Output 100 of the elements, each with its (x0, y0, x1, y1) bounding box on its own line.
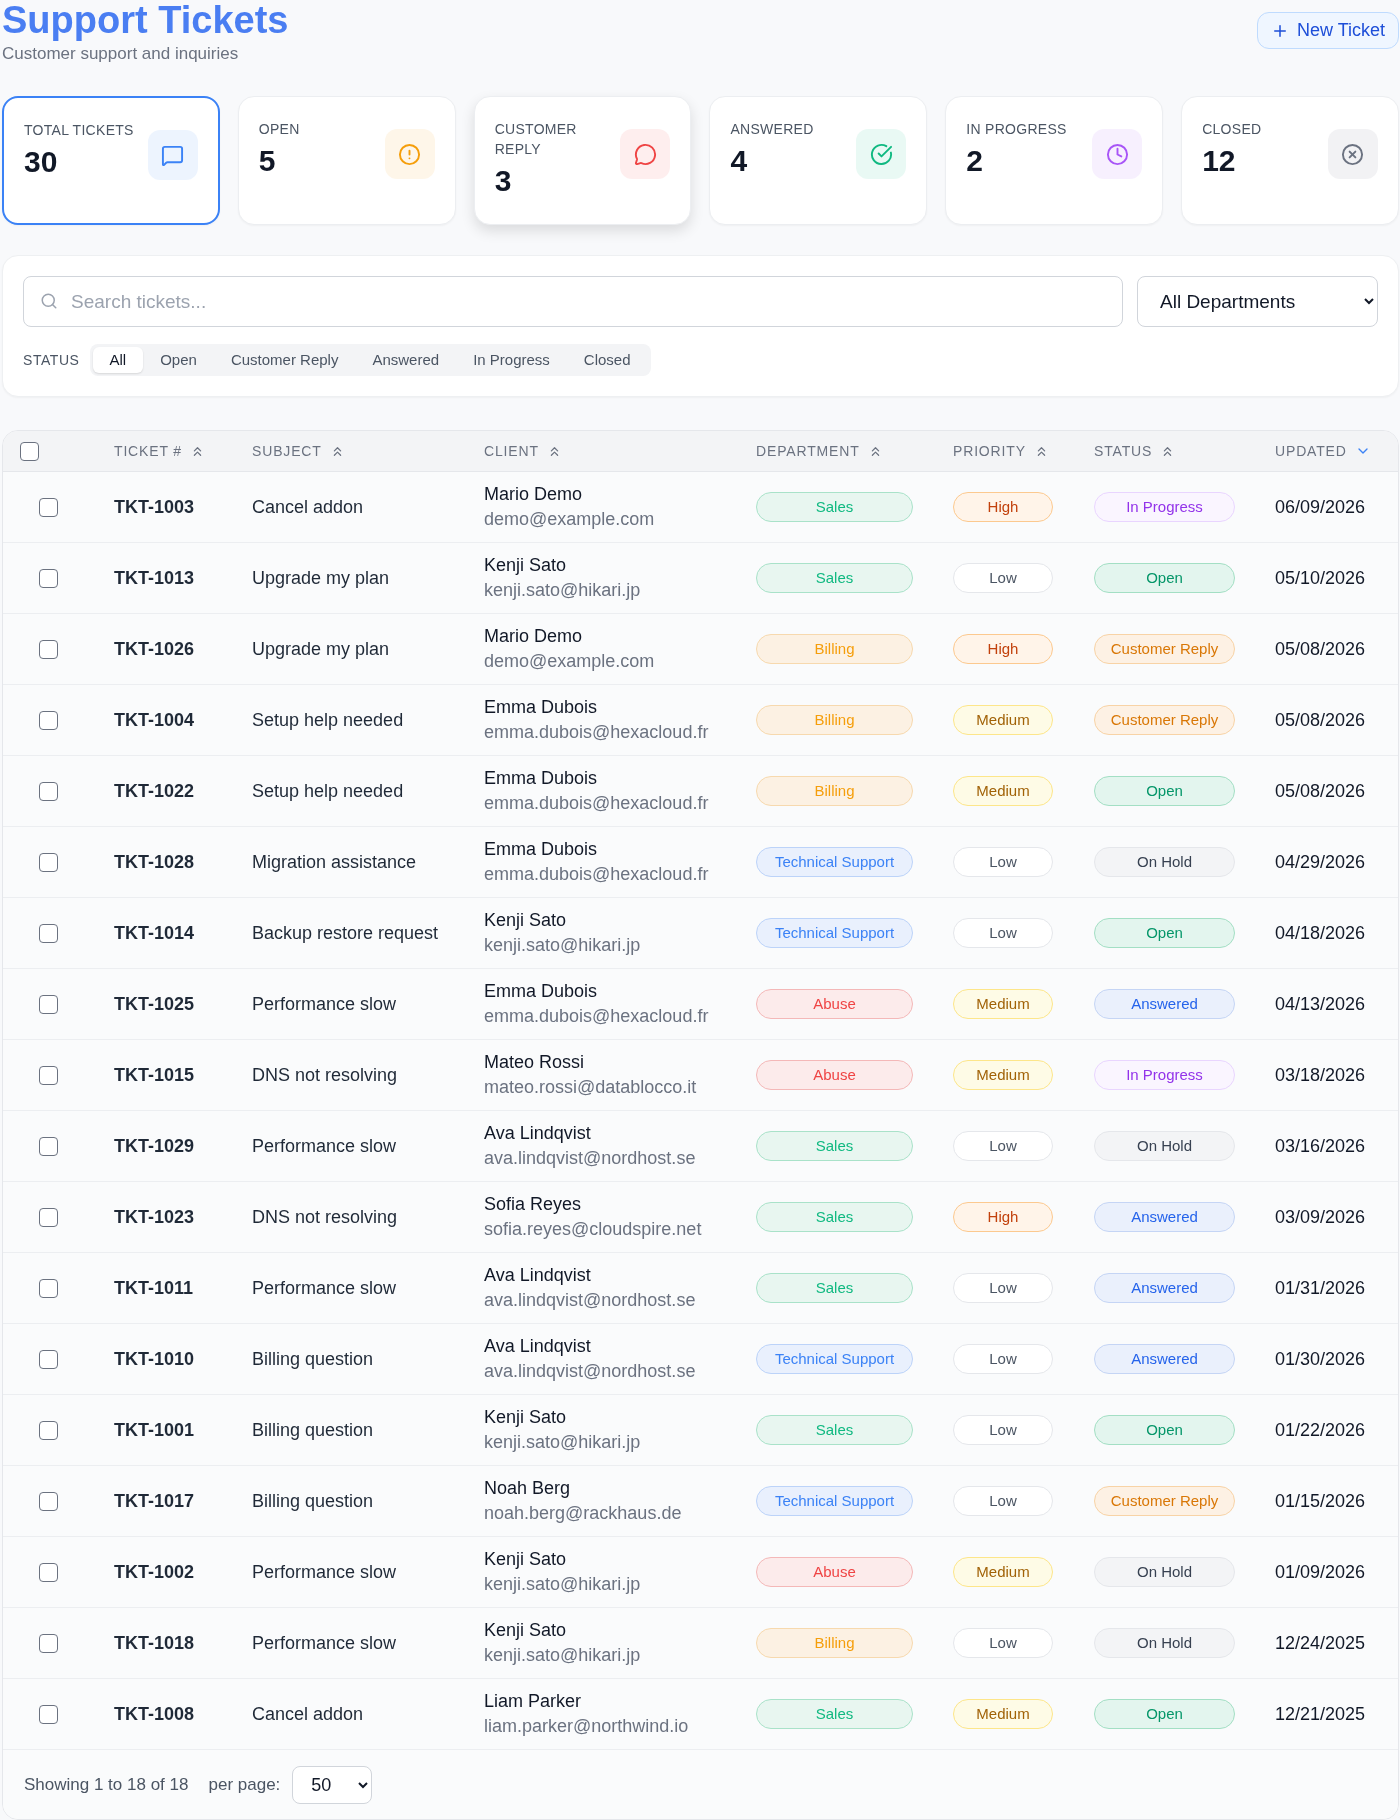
row-checkbox[interactable] (39, 1704, 58, 1724)
updated-date: 12/24/2025 (1275, 1631, 1366, 1655)
priority-tag: Low (953, 1273, 1053, 1303)
column-header[interactable]: PRIORITY (953, 440, 1049, 462)
row-checkbox[interactable] (39, 497, 58, 517)
client-name: Mateo Rossi (484, 1051, 585, 1074)
department-tag: Billing (756, 776, 913, 806)
client-email: kenji.sato@hikari.jp (484, 1644, 641, 1667)
client-name: Kenji Sato (484, 554, 567, 577)
stat-card[interactable]: ANSWERED 4 (709, 96, 928, 225)
ticket-subject: Performance slow (252, 992, 397, 1016)
per-page-select[interactable]: 50 (292, 1765, 373, 1804)
status-tag: Open (1094, 563, 1235, 593)
ticket-number: TKT-1025 (114, 992, 195, 1016)
select-all-checkbox[interactable] (20, 441, 39, 461)
ticket-number: TKT-1008 (114, 1702, 195, 1726)
stat-label: ANSWERED (730, 120, 814, 139)
stat-label: TOTAL TICKETS (24, 121, 134, 140)
status-tag: Answered (1094, 989, 1235, 1019)
row-checkbox[interactable] (39, 1491, 58, 1511)
status-filter-tab[interactable]: Open (143, 347, 214, 373)
status-tag: Open (1094, 1699, 1235, 1729)
stat-card[interactable]: TOTAL TICKETS 30 (2, 96, 220, 225)
stat-card[interactable]: CUSTOMER REPLY 3 (473, 96, 692, 225)
priority-tag: Medium (953, 705, 1053, 735)
client-name: Kenji Sato (484, 1548, 567, 1571)
priority-tag: Medium (953, 1699, 1053, 1729)
stat-value: 30 (24, 144, 58, 180)
column-header[interactable]: UPDATED (1275, 440, 1371, 462)
updated-date: 01/30/2026 (1275, 1347, 1366, 1371)
stat-value: 5 (258, 143, 276, 179)
department-select[interactable]: All Departments (1137, 276, 1378, 327)
ticket-subject: Migration assistance (252, 850, 417, 874)
priority-tag: Low (953, 847, 1053, 877)
ticket-number: TKT-1003 (114, 495, 195, 519)
status-filter-tab[interactable]: In Progress (456, 347, 567, 373)
ticket-subject: Upgrade my plan (252, 566, 390, 590)
client-name: Kenji Sato (484, 1406, 567, 1429)
client-email: liam.parker@northwind.io (484, 1715, 689, 1738)
ticket-number: TKT-1010 (114, 1347, 195, 1371)
status-tag: Customer Reply (1094, 705, 1235, 735)
client-name: Liam Parker (484, 1690, 582, 1713)
status-tag: In Progress (1094, 1060, 1235, 1090)
ticket-number: TKT-1028 (114, 850, 195, 874)
row-checkbox[interactable] (39, 994, 58, 1014)
status-tag: In Progress (1094, 492, 1235, 522)
column-header[interactable]: CLIENT (484, 440, 562, 462)
row-checkbox[interactable] (39, 710, 58, 730)
ticket-subject: Upgrade my plan (252, 637, 390, 661)
client-email: noah.berg@rackhaus.de (484, 1502, 682, 1525)
page-title: Support Tickets (2, 0, 289, 40)
row-checkbox[interactable] (39, 1349, 58, 1369)
updated-date: 04/13/2026 (1275, 992, 1366, 1016)
stat-card[interactable]: IN PROGRESS 2 (945, 96, 1164, 225)
updated-date: 05/08/2026 (1275, 637, 1366, 661)
row-checkbox[interactable] (39, 1420, 58, 1440)
column-header[interactable]: STATUS (1094, 440, 1176, 462)
department-tag: Technical Support (756, 1486, 913, 1516)
row-checkbox[interactable] (39, 1562, 58, 1582)
stat-card[interactable]: CLOSED 12 (1181, 96, 1399, 225)
stat-value: 2 (966, 143, 983, 179)
row-checkbox[interactable] (39, 852, 58, 872)
status-filter-tab[interactable]: Answered (355, 347, 457, 373)
status-tag: Open (1094, 918, 1235, 948)
new-ticket-button[interactable]: New Ticket (1256, 12, 1399, 49)
row-checkbox[interactable] (39, 1065, 58, 1085)
ticket-number: TKT-1015 (114, 1063, 195, 1087)
client-name: Ava Lindqvist (484, 1264, 591, 1287)
row-checkbox[interactable] (39, 1136, 58, 1156)
status-filter-tab[interactable]: All (92, 347, 144, 373)
status-filter-tab[interactable]: Customer Reply (213, 347, 356, 373)
column-header[interactable]: TICKET # (114, 440, 205, 462)
search-field[interactable]: Search tickets... (23, 276, 1123, 327)
stat-card[interactable]: OPEN 5 (237, 96, 456, 225)
client-name: Sofia Reyes (484, 1193, 582, 1216)
row-checkbox[interactable] (39, 639, 58, 659)
client-name: Emma Dubois (484, 696, 598, 719)
ticket-number: TKT-1014 (114, 921, 195, 945)
status-tag: Open (1094, 1415, 1235, 1445)
row-checkbox[interactable] (39, 568, 58, 588)
column-header[interactable]: DEPARTMENT (756, 440, 883, 462)
ticket-subject: Setup help needed (252, 779, 404, 803)
client-email: mateo.rossi@datablocco.it (484, 1076, 697, 1099)
priority-tag: Low (953, 918, 1053, 948)
row-checkbox[interactable] (39, 781, 58, 801)
row-checkbox[interactable] (39, 1278, 58, 1298)
row-checkbox[interactable] (39, 923, 58, 943)
ticket-subject: Billing question (252, 1489, 374, 1513)
status-filter-tab[interactable]: Closed (566, 347, 648, 373)
client-email: kenji.sato@hikari.jp (484, 934, 641, 957)
per-page-label: per page: (208, 1773, 281, 1796)
priority-tag: Medium (953, 1557, 1053, 1587)
row-checkbox[interactable] (39, 1207, 58, 1227)
client-email: emma.dubois@hexacloud.fr (484, 863, 709, 886)
ticket-number: TKT-1017 (114, 1489, 195, 1513)
column-header[interactable]: SUBJECT (252, 440, 345, 462)
pagination-summary: Showing 1 to 18 of 18 (24, 1773, 189, 1796)
client-name: Mario Demo (484, 483, 583, 506)
row-checkbox[interactable] (39, 1633, 58, 1653)
client-name: Emma Dubois (484, 838, 598, 861)
